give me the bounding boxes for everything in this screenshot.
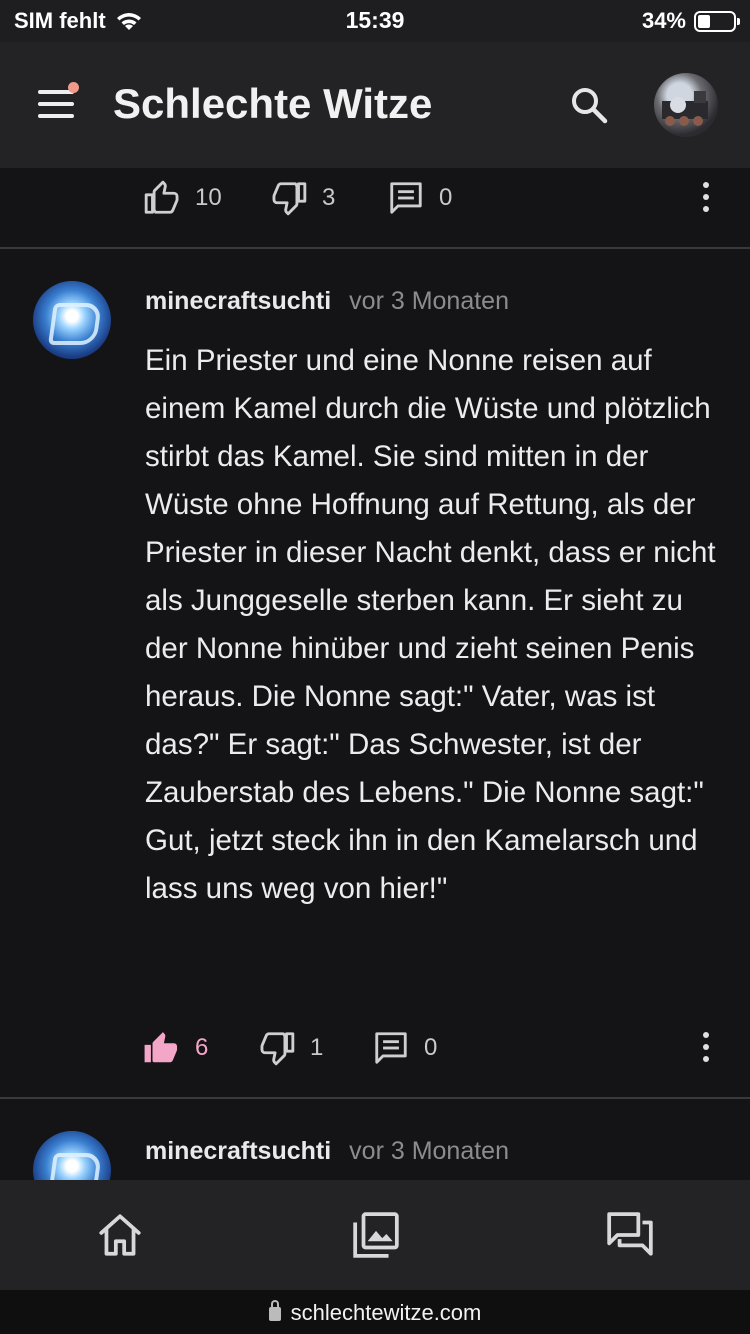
dislike-button[interactable]: 3 [270,168,335,228]
like-count: 6 [195,1034,209,1061]
forum-icon[interactable] [605,1210,655,1260]
post-meta: minecraftsuchti vor 3 Monaten [145,1137,509,1166]
author-name[interactable]: minecraftsuchti [145,287,331,316]
notification-dot [68,82,79,93]
thumb-up-icon [144,180,179,214]
home-icon[interactable] [95,1210,145,1260]
dislike-button[interactable]: 1 [258,1018,323,1078]
author-name[interactable]: minecraftsuchti [145,1137,331,1166]
status-bar: SIM fehlt 15:39 34% [0,0,750,42]
battery-status: 34% [641,8,740,34]
post-meta: minecraftsuchti vor 3 Monaten [145,287,509,316]
clock: 15:39 [345,7,405,33]
thumb-down-icon [260,1032,295,1066]
like-button[interactable]: 10 [143,168,222,228]
dislike-count: 1 [310,1034,324,1061]
like-count: 10 [195,184,222,211]
comment-icon [375,1032,407,1064]
comment-button[interactable]: 0 [372,1018,437,1078]
more-options-button[interactable] [698,182,714,214]
comment-icon [390,182,422,214]
lock-icon [268,1300,281,1321]
thumb-down-icon [272,182,307,216]
search-icon[interactable] [568,84,610,126]
app-title: Schlechte Witze [113,80,433,127]
menu-button[interactable] [36,88,76,120]
url-bar[interactable]: schlechtewitze.com [0,1290,750,1334]
post-divider [0,247,750,249]
thumb-up-filled-icon [144,1032,178,1063]
train-avatar-image [662,91,708,126]
post-item: minecraftsuchti vor 3 Monaten [0,1099,750,1180]
url-text: schlechtewitze.com [290,1300,482,1325]
post-action-bar: 10 3 0 [0,168,750,228]
like-button[interactable]: 6 [143,1018,208,1078]
bottom-navigation [0,1180,750,1290]
comment-count: 0 [424,1034,438,1061]
dislike-count: 3 [322,184,336,211]
post-time: vor 3 Monaten [349,1137,509,1165]
user-avatar[interactable] [654,73,718,137]
gallery-icon[interactable] [351,1210,401,1260]
battery-percent: 34% [641,8,686,33]
comment-count: 0 [439,184,453,211]
author-avatar[interactable] [33,1131,111,1180]
more-options-button[interactable] [698,1032,714,1064]
post-action-bar: 6 1 0 [0,1018,750,1078]
comment-button[interactable]: 0 [387,168,452,228]
app-bar: Schlechte Witze [0,42,750,168]
author-avatar[interactable] [33,281,111,359]
post-text: Ein Priester und eine Nonne reisen auf e… [145,344,716,905]
post-time: vor 3 Monaten [349,287,509,315]
battery-icon [694,10,740,32]
